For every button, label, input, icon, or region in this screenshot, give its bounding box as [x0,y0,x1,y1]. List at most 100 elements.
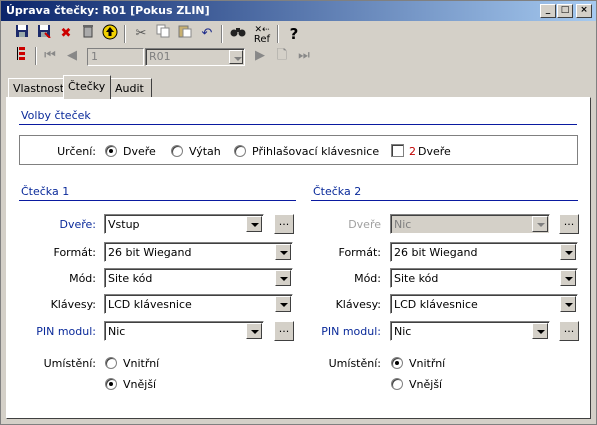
save-icon[interactable] [11,24,33,44]
chevron-down-icon[interactable] [275,270,291,286]
radio-keypad-label: Přihlašovací klávesnice [252,145,380,158]
reader1-title: Čtečka 1 [21,185,70,198]
reader2-placement-label: Umístění: [328,357,381,370]
record-number-value: 1 [91,50,98,63]
copy-icon[interactable] [152,24,174,44]
radio-elevator[interactable] [171,145,183,157]
minimize-button[interactable]: _ [540,4,556,18]
maximize-button[interactable]: □ [557,4,573,18]
reader2-door-select[interactable]: Nic [390,214,550,234]
radio-elevator-label: Výtah [189,145,221,158]
two-doors-number: 2 [409,145,416,158]
radio-door[interactable] [105,145,117,157]
tab-ctecky[interactable]: Čtečky [63,75,111,99]
chevron-down-icon[interactable] [532,216,548,232]
reader2-pin-browse-button[interactable]: ... [559,321,579,341]
record-number-field[interactable]: 1 [87,48,144,66]
section-divider [311,200,578,202]
tab-label: Vlastnosti [13,82,68,95]
first-record-icon[interactable]: ⏮ [39,46,61,66]
main-toolbar: ✖ ✂ ↶ ✕⇠ Ref ? [5,24,325,46]
reader1-keys-label: Klávesy: [50,298,96,311]
reader1-mode-select[interactable]: Site kód [104,268,293,288]
window-title: Úprava čtečky: R01 [Pokus ZLIN] [6,4,210,17]
reader1-door-browse-button[interactable]: ... [274,214,294,234]
reader2-outer-label: Vnější [409,378,443,391]
reader1-mode-label: Mód: [69,272,96,285]
reader1-keys-select[interactable]: LCD klávesnice [104,294,293,314]
navigation-toolbar: ⏮ ◀ 1 R01 ▶ 🗋 ⏭ [5,46,325,68]
chevron-down-icon[interactable] [275,244,291,260]
list-icon[interactable] [11,46,33,66]
upload-icon[interactable] [99,24,121,44]
section-divider [19,124,577,126]
toolbar-separator [277,25,279,43]
tab-vlastnosti[interactable]: Vlastnosti [8,78,68,98]
title-bar[interactable]: Úprava čtečky: R01 [Pokus ZLIN] _ □ × [1,1,596,21]
reader1-format-select[interactable]: 26 bit Wiegand [104,242,293,262]
chevron-down-icon[interactable] [532,323,548,339]
reader1-pin-select[interactable]: Nic [104,321,264,341]
reader1-keys-value: LCD klávesnice [108,298,192,311]
reader1-pin-label[interactable]: PIN modul: [21,325,96,338]
reader1-outer-label: Vnější [123,378,157,391]
cut-icon[interactable]: ✂ [130,24,152,44]
two-doors-checkbox[interactable] [391,144,404,157]
radio-keypad[interactable] [234,145,246,157]
chevron-down-icon[interactable] [560,270,576,286]
reader2-mode-label: Mód: [354,272,381,285]
reader1-radio-inner[interactable] [105,357,117,369]
toolbar-separator [124,25,126,43]
reader2-radio-inner[interactable] [391,357,403,369]
record-code-value: R01 [149,50,171,63]
reader1-inner-label: Vnitřní [123,357,160,370]
refresh-icon[interactable]: ✕⇠ Ref [251,24,273,45]
chevron-down-icon[interactable] [246,216,262,232]
chevron-down-icon[interactable] [560,296,576,312]
chevron-down-icon[interactable] [560,244,576,260]
close-button[interactable]: × [576,4,592,18]
tab-audit[interactable]: Audit [110,78,152,98]
reader2-format-select[interactable]: 26 bit Wiegand [390,242,578,262]
paste-icon[interactable] [174,24,196,44]
tab-label: Audit [115,82,144,95]
new-record-icon[interactable]: 🗋 [271,46,293,66]
reader2-format-value: 26 bit Wiegand [394,246,478,259]
reader2-pin-value: Nic [394,325,412,338]
reader2-mode-select[interactable]: Site kód [390,268,578,288]
radio-door-label: Dveře [123,145,156,158]
chevron-down-icon[interactable] [246,323,262,339]
reader1-pin-browse-button[interactable]: ... [274,321,294,341]
reader2-format-label: Formát: [338,246,381,259]
reader1-format-label: Formát: [53,246,96,259]
chevron-down-icon[interactable] [275,296,291,312]
reader1-pin-value: Nic [108,325,126,338]
record-code-combo[interactable]: R01 [145,48,245,66]
delete-icon[interactable] [77,24,99,44]
reader2-radio-outer[interactable] [391,378,403,390]
find-icon[interactable] [227,24,249,44]
reader1-format-value: 26 bit Wiegand [108,246,192,259]
reader2-keys-select[interactable]: LCD klávesnice [390,294,578,314]
reader1-placement-label: Umístění: [43,357,96,370]
next-record-icon[interactable]: ▶ [249,46,271,66]
tab-label: Čtečky [68,80,106,93]
toolbar-separator [35,47,37,65]
window: Úprava čtečky: R01 [Pokus ZLIN] _ □ × ✖ … [0,0,597,425]
reader1-door-label[interactable]: Dveře: [21,218,96,231]
section-divider [19,200,296,202]
last-record-icon[interactable]: ⏭ [293,46,315,66]
cancel-icon[interactable]: ✖ [55,24,77,44]
reader2-door-browse-button[interactable]: ... [559,214,579,234]
reader1-mode-value: Site kód [108,272,153,285]
previous-record-icon[interactable]: ◀ [61,46,83,66]
reader1-door-select[interactable]: Vstup [104,214,264,234]
reader2-pin-select[interactable]: Nic [390,321,550,341]
undo-icon[interactable]: ↶ [196,24,218,44]
save-close-icon[interactable] [33,24,55,44]
help-icon[interactable]: ? [283,24,305,44]
reader2-pin-label[interactable]: PIN modul: [301,325,381,338]
reader1-radio-outer[interactable] [105,378,117,390]
reader2-inner-label: Vnitřní [409,357,446,370]
chevron-down-icon[interactable] [229,50,243,64]
